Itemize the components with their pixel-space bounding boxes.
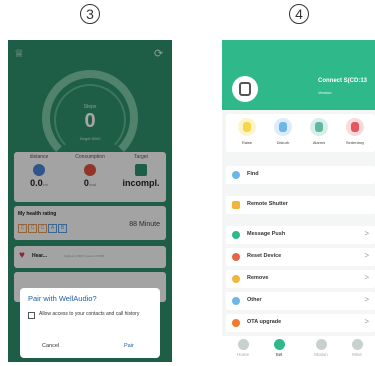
tab-home[interactable]: Home bbox=[228, 339, 258, 357]
menu-ota-upgrade[interactable]: OTA upgrade > bbox=[226, 314, 375, 332]
quick-label: Sedentary bbox=[345, 140, 365, 145]
phone-screen-settings: Connect S(CD:13 Version: Raise Disturb A… bbox=[222, 40, 375, 362]
phone-screen-health: ♕ ⟳ Steps 0 Target 8000 distance 0.0km C… bbox=[8, 40, 172, 362]
more-icon bbox=[232, 297, 240, 305]
tab-motion[interactable]: Motion bbox=[306, 339, 336, 357]
quick-label: Disturb bbox=[276, 140, 290, 145]
watch-icon bbox=[239, 82, 251, 96]
user-icon bbox=[351, 339, 363, 350]
tab-label: Set bbox=[275, 352, 283, 357]
menu-label: OTA upgrade bbox=[247, 319, 282, 325]
quick-sedentary[interactable]: Sedentary bbox=[340, 118, 370, 145]
tab-label: Mine bbox=[352, 352, 362, 357]
upgrade-icon bbox=[232, 319, 240, 327]
bottom-tab-bar: Home Set Motion Mine bbox=[222, 336, 375, 362]
quick-label: Alarms bbox=[312, 140, 326, 145]
menu-label: Message Push bbox=[247, 231, 286, 237]
menu-reset-device[interactable]: Reset Device > bbox=[226, 248, 375, 266]
chevron-right-icon: > bbox=[364, 295, 369, 304]
cancel-button[interactable]: Cancel bbox=[42, 343, 59, 349]
menu-message-push[interactable]: Message Push > bbox=[226, 226, 375, 244]
menu-remote-shutter[interactable]: Remote Shutter bbox=[226, 196, 375, 214]
reset-icon bbox=[232, 253, 240, 261]
menu-label: Remote Shutter bbox=[247, 201, 288, 207]
menu-label: Other bbox=[247, 297, 262, 303]
send-icon bbox=[232, 231, 240, 239]
dialog-title: Pair with WellAudio? bbox=[28, 294, 97, 303]
step-number-4: 4 bbox=[289, 4, 309, 24]
raise-icon bbox=[238, 118, 256, 136]
quick-disturb[interactable]: Disturb bbox=[268, 118, 298, 145]
quick-raise[interactable]: Raise bbox=[232, 118, 262, 145]
menu-other[interactable]: Other > bbox=[226, 292, 375, 310]
menu-label: Find bbox=[247, 171, 259, 177]
motion-icon bbox=[315, 339, 327, 350]
quick-label: Raise bbox=[241, 140, 253, 145]
chevron-right-icon: > bbox=[364, 251, 369, 260]
tab-label: Motion bbox=[314, 352, 328, 357]
device-avatar bbox=[232, 76, 258, 102]
settings-icon bbox=[273, 339, 285, 350]
menu-remove[interactable]: Remove > bbox=[226, 270, 375, 288]
quick-alarms[interactable]: Alarms bbox=[304, 118, 334, 145]
pair-dialog: Pair with WellAudio? Allow access to you… bbox=[20, 288, 160, 358]
menu-find[interactable]: Find bbox=[226, 166, 375, 184]
menu-label: Remove bbox=[247, 275, 269, 281]
step-number-3: 3 bbox=[80, 4, 100, 24]
tab-set[interactable]: Set bbox=[264, 339, 294, 357]
device-header: Connect S(CD:13 Version: bbox=[222, 40, 375, 110]
quick-settings: Raise Disturb Alarms Sedentary bbox=[226, 114, 375, 152]
version-label: Version: bbox=[318, 90, 333, 95]
allow-contacts-checkbox[interactable] bbox=[28, 312, 35, 319]
menu-label: Reset Device bbox=[247, 253, 282, 259]
home-icon bbox=[237, 339, 249, 350]
alarm-icon bbox=[310, 118, 328, 136]
pair-button[interactable]: Pair bbox=[124, 343, 134, 349]
camera-icon bbox=[232, 201, 240, 209]
search-icon bbox=[232, 171, 240, 179]
sedentary-icon bbox=[346, 118, 364, 136]
link-icon bbox=[232, 275, 240, 283]
connect-status: Connect S(CD:13 bbox=[318, 78, 368, 84]
tab-mine[interactable]: Mine bbox=[342, 339, 372, 357]
chevron-right-icon: > bbox=[364, 229, 369, 238]
chevron-right-icon: > bbox=[364, 273, 369, 282]
allow-contacts-label: Allow access to your contacts and call h… bbox=[39, 311, 140, 317]
tab-label: Home bbox=[236, 352, 249, 357]
chevron-right-icon: > bbox=[364, 317, 369, 326]
disturb-icon bbox=[274, 118, 292, 136]
